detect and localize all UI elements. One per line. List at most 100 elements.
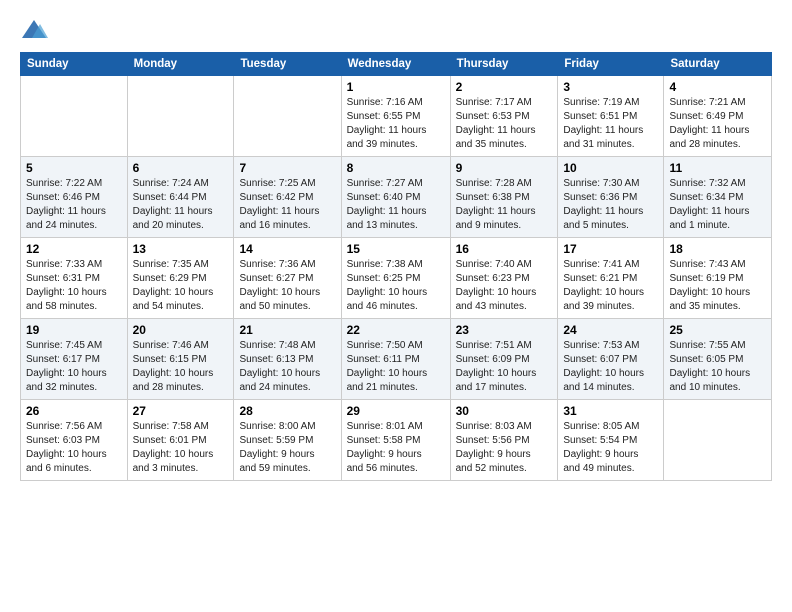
day-number: 22 [347, 323, 445, 337]
day-info: Sunrise: 8:00 AM Sunset: 5:59 PM Dayligh… [239, 420, 335, 476]
day-info: Sunrise: 7:40 AM Sunset: 6:23 PM Dayligh… [456, 258, 553, 314]
day-info: Sunrise: 7:22 AM Sunset: 6:46 PM Dayligh… [26, 177, 122, 233]
day-number: 21 [239, 323, 335, 337]
day-number: 2 [456, 80, 553, 94]
calendar-cell: 19 Sunrise: 7:45 AM Sunset: 6:17 PM Dayli… [21, 319, 128, 400]
day-number: 5 [26, 161, 122, 175]
day-number: 17 [563, 242, 658, 256]
day-number: 7 [239, 161, 335, 175]
calendar-week-4: 19 Sunrise: 7:45 AM Sunset: 6:17 PM Dayli… [21, 319, 772, 400]
day-number: 14 [239, 242, 335, 256]
day-number: 10 [563, 161, 658, 175]
calendar-cell: 18 Sunrise: 7:43 AM Sunset: 6:19 PM Dayli… [664, 238, 772, 319]
day-info: Sunrise: 7:48 AM Sunset: 6:13 PM Dayligh… [239, 339, 335, 395]
calendar-cell: 26Sunrise: 7:56 AM Sunset: 6:03 PM Dayli… [21, 400, 128, 481]
day-number: 23 [456, 323, 553, 337]
header [20, 16, 772, 44]
day-number: 26 [26, 404, 122, 418]
day-info: Sunrise: 7:45 AM Sunset: 6:17 PM Dayligh… [26, 339, 122, 395]
day-number: 12 [26, 242, 122, 256]
weekday-thursday: Thursday [450, 53, 558, 76]
day-info: Sunrise: 7:33 AM Sunset: 6:31 PM Dayligh… [26, 258, 122, 314]
calendar-cell: 24 Sunrise: 7:53 AM Sunset: 6:07 PM Dayli… [558, 319, 664, 400]
day-info: Sunrise: 7:51 AM Sunset: 6:09 PM Dayligh… [456, 339, 553, 395]
weekday-header-row: SundayMondayTuesdayWednesdayThursdayFrid… [21, 53, 772, 76]
day-number: 13 [133, 242, 229, 256]
day-number: 24 [563, 323, 658, 337]
weekday-sunday: Sunday [21, 53, 128, 76]
day-info: Sunrise: 7:19 AM Sunset: 6:51 PM Dayligh… [563, 96, 658, 152]
weekday-monday: Monday [127, 53, 234, 76]
day-info: Sunrise: 7:53 AM Sunset: 6:07 PM Dayligh… [563, 339, 658, 395]
day-info: Sunrise: 7:35 AM Sunset: 6:29 PM Dayligh… [133, 258, 229, 314]
calendar-cell: 14 Sunrise: 7:36 AM Sunset: 6:27 PM Dayli… [234, 238, 341, 319]
calendar-cell: 30Sunrise: 8:03 AM Sunset: 5:56 PM Dayli… [450, 400, 558, 481]
day-info: Sunrise: 7:41 AM Sunset: 6:21 PM Dayligh… [563, 258, 658, 314]
calendar-cell: 12 Sunrise: 7:33 AM Sunset: 6:31 PM Dayli… [21, 238, 128, 319]
day-info: Sunrise: 7:36 AM Sunset: 6:27 PM Dayligh… [239, 258, 335, 314]
day-number: 20 [133, 323, 229, 337]
day-info: Sunrise: 7:24 AM Sunset: 6:44 PM Dayligh… [133, 177, 229, 233]
day-info: Sunrise: 8:01 AM Sunset: 5:58 PM Dayligh… [347, 420, 445, 476]
calendar-cell: 22 Sunrise: 7:50 AM Sunset: 6:11 PM Dayli… [341, 319, 450, 400]
day-number: 19 [26, 323, 122, 337]
day-info: Sunrise: 7:32 AM Sunset: 6:34 PM Dayligh… [669, 177, 766, 233]
calendar-page: SundayMondayTuesdayWednesdayThursdayFrid… [0, 0, 792, 491]
day-info: Sunrise: 7:50 AM Sunset: 6:11 PM Dayligh… [347, 339, 445, 395]
day-number: 29 [347, 404, 445, 418]
calendar-cell: 3 Sunrise: 7:19 AM Sunset: 6:51 PM Daylig… [558, 76, 664, 157]
day-number: 1 [347, 80, 445, 94]
calendar-table: SundayMondayTuesdayWednesdayThursdayFrid… [20, 52, 772, 481]
day-number: 4 [669, 80, 766, 94]
logo [20, 16, 52, 44]
day-number: 18 [669, 242, 766, 256]
day-number: 9 [456, 161, 553, 175]
day-info: Sunrise: 7:27 AM Sunset: 6:40 PM Dayligh… [347, 177, 445, 233]
weekday-tuesday: Tuesday [234, 53, 341, 76]
calendar-cell: 15 Sunrise: 7:38 AM Sunset: 6:25 PM Dayli… [341, 238, 450, 319]
day-number: 15 [347, 242, 445, 256]
calendar-cell: 21 Sunrise: 7:48 AM Sunset: 6:13 PM Dayli… [234, 319, 341, 400]
calendar-cell: 7Sunrise: 7:25 AM Sunset: 6:42 PM Daylig… [234, 157, 341, 238]
calendar-cell: 9Sunrise: 7:28 AM Sunset: 6:38 PM Daylig… [450, 157, 558, 238]
calendar-cell: 27 Sunrise: 7:58 AM Sunset: 6:01 PM Dayli… [127, 400, 234, 481]
calendar-cell [664, 400, 772, 481]
calendar-cell [234, 76, 341, 157]
calendar-cell: 25Sunrise: 7:55 AM Sunset: 6:05 PM Dayli… [664, 319, 772, 400]
day-info: Sunrise: 8:05 AM Sunset: 5:54 PM Dayligh… [563, 420, 658, 476]
calendar-cell: 28 Sunrise: 8:00 AM Sunset: 5:59 PM Dayli… [234, 400, 341, 481]
calendar-week-2: 5 Sunrise: 7:22 AM Sunset: 6:46 PM Daylig… [21, 157, 772, 238]
calendar-cell: 1 Sunrise: 7:16 AM Sunset: 6:55 PM Daylig… [341, 76, 450, 157]
calendar-cell [127, 76, 234, 157]
logo-icon [20, 16, 48, 44]
day-info: Sunrise: 7:43 AM Sunset: 6:19 PM Dayligh… [669, 258, 766, 314]
calendar-cell: 20Sunrise: 7:46 AM Sunset: 6:15 PM Dayli… [127, 319, 234, 400]
calendar-cell: 31 Sunrise: 8:05 AM Sunset: 5:54 PM Dayli… [558, 400, 664, 481]
day-info: Sunrise: 7:58 AM Sunset: 6:01 PM Dayligh… [133, 420, 229, 476]
weekday-wednesday: Wednesday [341, 53, 450, 76]
day-number: 6 [133, 161, 229, 175]
day-number: 27 [133, 404, 229, 418]
calendar-cell: 10 Sunrise: 7:30 AM Sunset: 6:36 PM Dayli… [558, 157, 664, 238]
day-info: Sunrise: 7:55 AM Sunset: 6:05 PM Dayligh… [669, 339, 766, 395]
calendar-week-1: 1 Sunrise: 7:16 AM Sunset: 6:55 PM Daylig… [21, 76, 772, 157]
calendar-cell: 23 Sunrise: 7:51 AM Sunset: 6:09 PM Dayli… [450, 319, 558, 400]
day-number: 3 [563, 80, 658, 94]
calendar-cell [21, 76, 128, 157]
calendar-cell: 2 Sunrise: 7:17 AM Sunset: 6:53 PM Daylig… [450, 76, 558, 157]
day-number: 11 [669, 161, 766, 175]
day-info: Sunrise: 7:38 AM Sunset: 6:25 PM Dayligh… [347, 258, 445, 314]
weekday-friday: Friday [558, 53, 664, 76]
day-info: Sunrise: 7:30 AM Sunset: 6:36 PM Dayligh… [563, 177, 658, 233]
calendar-cell: 6 Sunrise: 7:24 AM Sunset: 6:44 PM Daylig… [127, 157, 234, 238]
weekday-saturday: Saturday [664, 53, 772, 76]
calendar-cell: 8Sunrise: 7:27 AM Sunset: 6:40 PM Daylig… [341, 157, 450, 238]
calendar-cell: 5 Sunrise: 7:22 AM Sunset: 6:46 PM Daylig… [21, 157, 128, 238]
day-number: 31 [563, 404, 658, 418]
day-number: 28 [239, 404, 335, 418]
day-info: Sunrise: 7:16 AM Sunset: 6:55 PM Dayligh… [347, 96, 445, 152]
calendar-cell: 4 Sunrise: 7:21 AM Sunset: 6:49 PM Daylig… [664, 76, 772, 157]
calendar-week-5: 26Sunrise: 7:56 AM Sunset: 6:03 PM Dayli… [21, 400, 772, 481]
day-info: Sunrise: 7:17 AM Sunset: 6:53 PM Dayligh… [456, 96, 553, 152]
day-info: Sunrise: 7:21 AM Sunset: 6:49 PM Dayligh… [669, 96, 766, 152]
